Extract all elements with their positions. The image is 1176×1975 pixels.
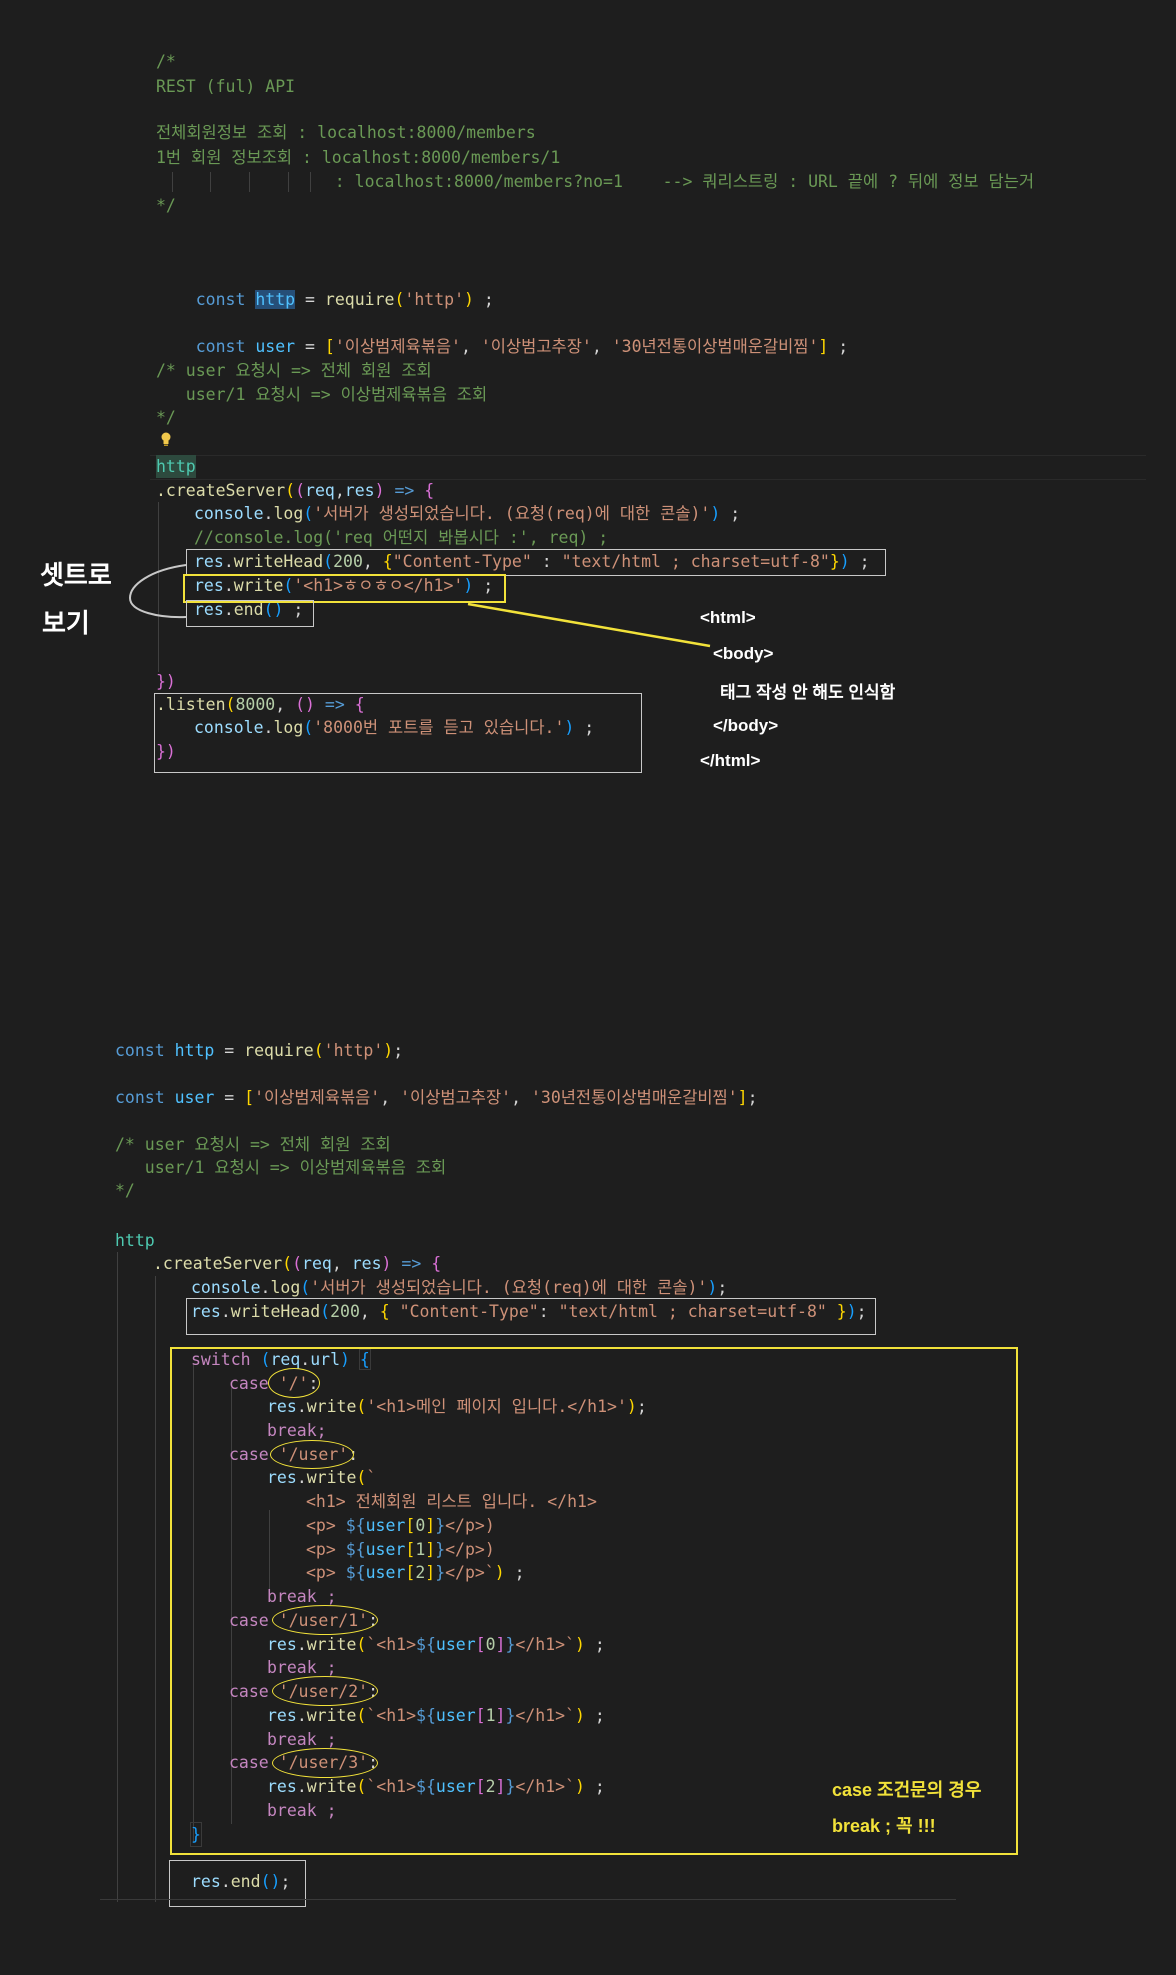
indent-guide: [172, 172, 173, 192]
code-line: user/1 요청시 => 이상범제육볶음 조회: [156, 385, 488, 404]
function-name: require: [324, 290, 395, 309]
current-line-highlight: [150, 455, 1146, 480]
string-literal: 'http': [404, 290, 465, 309]
annotation-box: [186, 600, 314, 627]
case-note: case 조건문의 경우: [832, 1780, 982, 1800]
string-literal: '이상범제육볶음': [334, 337, 461, 356]
code-line: const http = require('http') ;: [195, 290, 494, 309]
operator: =: [295, 290, 325, 309]
indent-guide: [117, 1252, 118, 1902]
string-literal: '이상범고추장': [480, 337, 592, 356]
code-line: const user = ['이상범제육볶음', '이상범고추장', '30년전…: [195, 337, 849, 356]
indent-guide: [210, 172, 211, 192]
keyword: const: [195, 337, 246, 356]
indent-guide: [288, 172, 289, 192]
code-line: //console.log('req 어떤지 봐봅시다 :', req) ;: [194, 528, 609, 547]
code-line: .createServer((req,res) => {: [156, 481, 435, 500]
indent-guide: [310, 172, 311, 192]
indent-guide: [155, 1276, 156, 1902]
annotation-box: [186, 549, 886, 576]
lightbulb-icon[interactable]: [160, 432, 172, 446]
terminator: ;: [473, 290, 494, 309]
identifier: user: [255, 337, 296, 356]
terminator: ;: [828, 337, 849, 356]
code-line: */: [156, 196, 176, 215]
code-line: http: [115, 1231, 155, 1250]
code-line: }): [156, 672, 176, 691]
html-note-line: </body>: [713, 716, 779, 735]
code-line: 전체회원정보 조회 : localhost:8000/members: [156, 123, 536, 142]
annotation-ellipse: [268, 1368, 320, 1398]
indent-guide: [249, 172, 250, 192]
html-note-line: </html>: [700, 751, 761, 770]
code-line: /*: [156, 52, 176, 71]
annotation-ellipse: [272, 1748, 378, 1778]
code-line: console.log('서버가 생성되었습니다. (요청(req)에 대한 콘…: [194, 504, 741, 523]
string-literal: '30년전통이상범매운갈비찜': [611, 337, 819, 356]
annotation-highlight-box: [183, 574, 506, 603]
annotation-ellipse: [272, 1676, 378, 1706]
identifier: http: [255, 290, 296, 309]
bracket-connector: [128, 564, 187, 619]
code-line: console.log('서버가 생성되었습니다. (요청(req)에 대한 콘…: [191, 1278, 728, 1297]
case-note: break ; 꼭 !!!: [832, 1816, 936, 1836]
html-note-line: 태그 작성 안 해도 인식함: [720, 683, 896, 702]
html-note-line: <body>: [713, 644, 774, 663]
code-line: /* user 요청시 => 전체 회원 조회: [115, 1135, 391, 1154]
code-line: http: [156, 455, 196, 478]
set-label: 셋트로: [40, 560, 112, 590]
code-line: /* user 요청시 => 전체 회원 조회: [156, 361, 432, 380]
keyword: const: [195, 290, 246, 309]
code-line: 1번 회원 정보조회 : localhost:8000/members/1: [156, 148, 561, 167]
annotation-ellipse: [270, 1440, 354, 1469]
code-line: user/1 요청시 => 이상범제육볶음 조회: [115, 1158, 447, 1177]
arrow-connector: [467, 602, 711, 648]
code-line: const http = require('http');: [115, 1041, 404, 1060]
html-note-line: <html>: [700, 608, 756, 627]
annotation-ellipse: [272, 1605, 378, 1635]
code-line: .createServer((req, res) => {: [153, 1254, 442, 1273]
code-line: REST (ful) API: [156, 77, 296, 96]
divider: [100, 1899, 956, 1900]
annotation-box: [154, 693, 642, 773]
code-line: */: [115, 1181, 135, 1200]
code-line: */: [156, 408, 176, 427]
code-line: const user = ['이상범제육볶음', '이상범고추장', '30년전…: [115, 1088, 758, 1107]
annotation-box: [186, 1298, 876, 1335]
set-label: 보기: [42, 608, 90, 638]
